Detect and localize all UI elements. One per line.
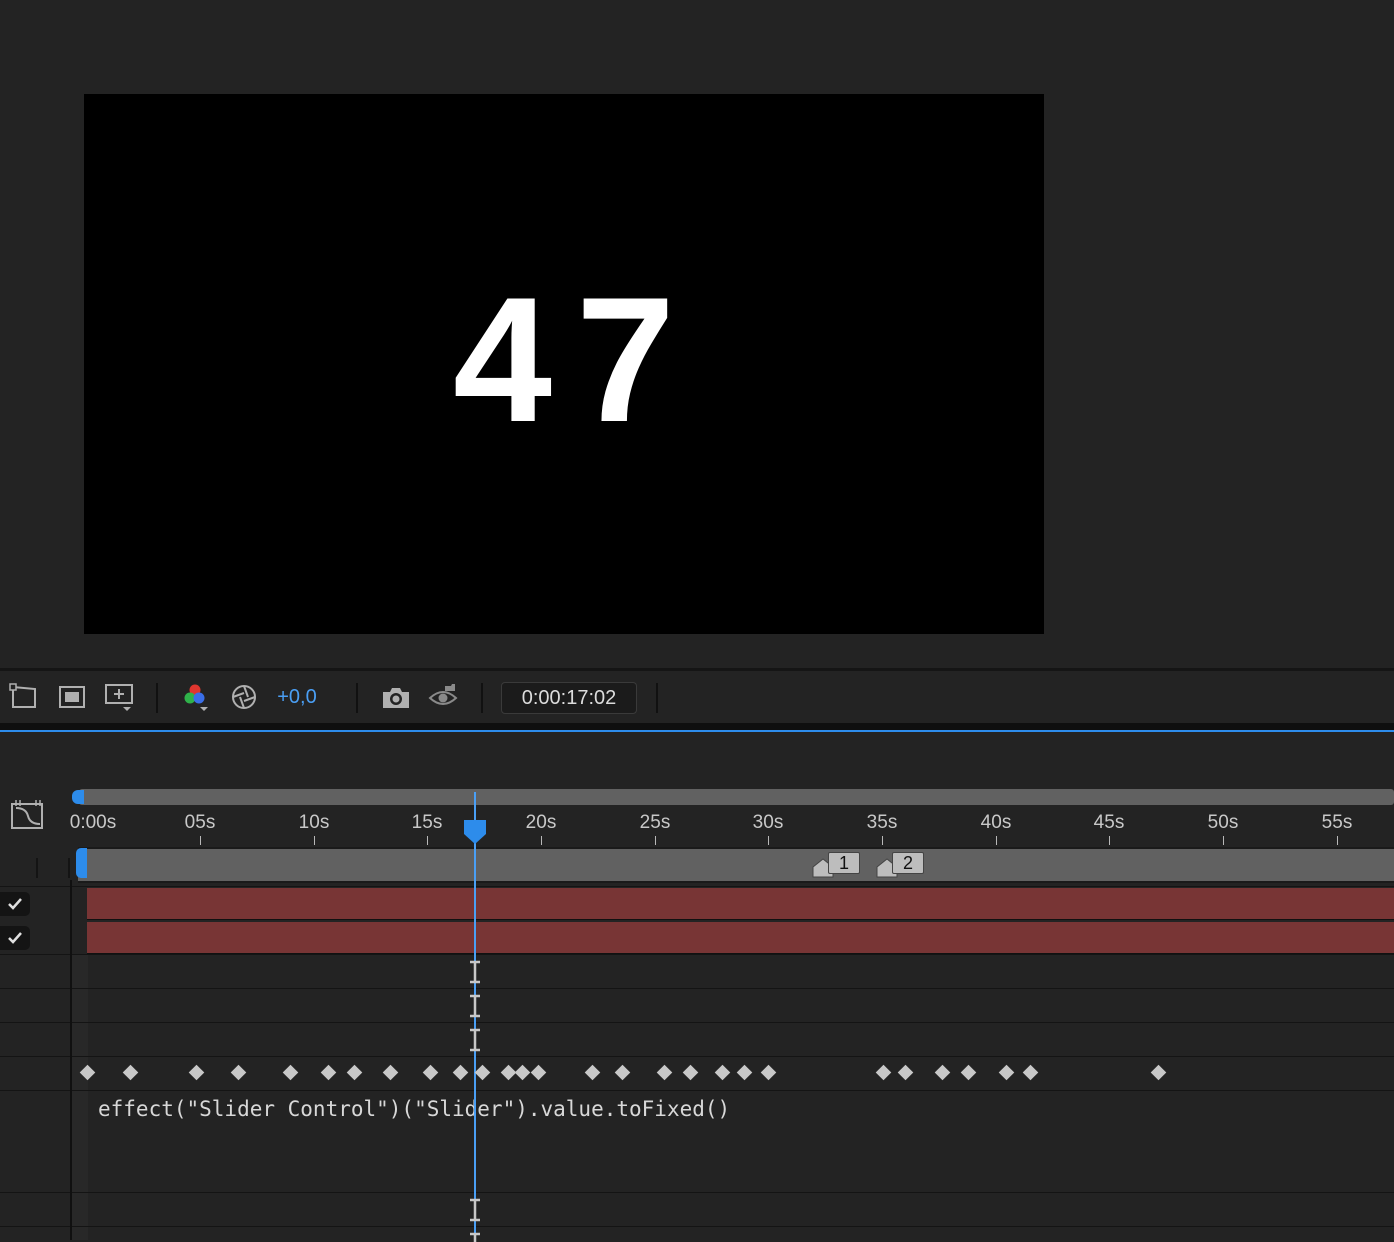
composition-frame[interactable]: 47 bbox=[84, 94, 1044, 634]
keyframe-diamond-icon[interactable] bbox=[188, 1064, 205, 1081]
timeline-left-gutter bbox=[72, 954, 88, 1240]
ruler-tick bbox=[314, 836, 315, 845]
ruler-label: 10s bbox=[298, 812, 330, 833]
graph-editor-icon[interactable] bbox=[10, 798, 46, 835]
expression-text[interactable]: effect("Slider Control")("Slider").value… bbox=[98, 1097, 730, 1121]
keyframe-diamond-icon[interactable] bbox=[382, 1064, 399, 1081]
snapshot-camera-icon[interactable] bbox=[380, 681, 412, 713]
keyframe-diamond-icon[interactable] bbox=[656, 1064, 673, 1081]
ruler-tick bbox=[768, 836, 769, 845]
ruler-tick bbox=[1109, 836, 1110, 845]
keyframe-diamond-icon[interactable] bbox=[282, 1064, 299, 1081]
ruler-label: 25s bbox=[639, 812, 671, 833]
toolbar-separator bbox=[356, 683, 358, 713]
work-area-start-handle[interactable] bbox=[76, 848, 87, 878]
column-divider bbox=[68, 858, 70, 878]
playhead-ibeam-icon bbox=[470, 1198, 480, 1222]
ruler-tick bbox=[996, 836, 997, 845]
row-divider bbox=[0, 954, 1394, 955]
comp-marker-2[interactable]: 2 bbox=[892, 852, 924, 874]
ruler-label: 45s bbox=[1093, 812, 1125, 833]
keyframe-diamond-icon[interactable] bbox=[1022, 1064, 1039, 1081]
row-divider bbox=[0, 988, 1394, 989]
viewer-toolbar: +0,0 0:00:17:02 bbox=[0, 671, 1394, 723]
row-divider bbox=[0, 1192, 1394, 1193]
guides-icon[interactable] bbox=[103, 681, 137, 713]
time-navigator-bar[interactable] bbox=[79, 789, 1394, 805]
show-snapshot-icon[interactable] bbox=[427, 681, 459, 713]
keyframe-diamond-icon[interactable] bbox=[736, 1064, 753, 1081]
keyframe-diamond-icon[interactable] bbox=[760, 1064, 777, 1081]
keyframe-diamond-icon[interactable] bbox=[875, 1064, 892, 1081]
exposure-value[interactable]: +0,0 bbox=[273, 681, 321, 713]
keyframe-diamond-icon[interactable] bbox=[230, 1064, 247, 1081]
keyframe-diamond-icon[interactable] bbox=[682, 1064, 699, 1081]
playhead-ibeam-icon bbox=[470, 960, 480, 984]
color-channels-icon[interactable] bbox=[180, 681, 212, 713]
ruler-tick bbox=[655, 836, 656, 845]
ruler-label: 35s bbox=[866, 812, 898, 833]
motion-blur-icon[interactable] bbox=[228, 681, 260, 713]
keyframe-diamond-icon[interactable] bbox=[452, 1064, 469, 1081]
toolbar-separator bbox=[156, 683, 158, 713]
ruler-label: 05s bbox=[184, 812, 216, 833]
composition-viewer: 47 bbox=[0, 0, 1394, 668]
current-time-display[interactable]: 0:00:17:02 bbox=[501, 682, 637, 714]
current-time-indicator-handle[interactable] bbox=[462, 818, 488, 846]
row-divider bbox=[0, 1090, 1394, 1091]
ruler-label: 0:00s bbox=[69, 812, 117, 833]
keyframe-diamond-icon[interactable] bbox=[960, 1064, 977, 1081]
keyframe-diamond-icon[interactable] bbox=[998, 1064, 1015, 1081]
ruler-label: 20s bbox=[525, 812, 557, 833]
layer-duration-bar[interactable] bbox=[87, 888, 1394, 920]
keyframe-diamond-icon[interactable] bbox=[714, 1064, 731, 1081]
keyframe-diamond-icon[interactable] bbox=[614, 1064, 631, 1081]
ruler-label: 40s bbox=[980, 812, 1012, 833]
panel-divider bbox=[0, 723, 1394, 730]
keyframe-diamond-icon[interactable] bbox=[122, 1064, 139, 1081]
layer-visibility-check-icon[interactable] bbox=[0, 926, 30, 950]
ruler-tick bbox=[882, 836, 883, 845]
keyframe-diamond-icon[interactable] bbox=[934, 1064, 951, 1081]
toolbar-separator bbox=[656, 683, 658, 713]
transparency-grid-icon[interactable] bbox=[56, 681, 88, 713]
playhead-ibeam-icon bbox=[470, 994, 480, 1018]
composition-text: 47 bbox=[453, 259, 699, 459]
toolbar-separator bbox=[481, 683, 483, 713]
keyframe-diamond-icon[interactable] bbox=[346, 1064, 363, 1081]
keyframe-diamond-icon[interactable] bbox=[422, 1064, 439, 1081]
keyframe-diamond-icon[interactable] bbox=[474, 1064, 491, 1081]
ruler-label: 15s bbox=[411, 812, 443, 833]
ruler-tick bbox=[541, 836, 542, 845]
layer-duration-bar[interactable] bbox=[87, 922, 1394, 954]
work-area-bar[interactable] bbox=[78, 847, 1394, 883]
time-navigator-start-handle[interactable] bbox=[72, 790, 84, 804]
ruler-tick bbox=[200, 836, 201, 845]
column-divider bbox=[70, 880, 72, 1240]
ruler-label: 30s bbox=[752, 812, 784, 833]
ruler-label: 55s bbox=[1321, 812, 1353, 833]
row-divider bbox=[0, 1056, 1394, 1057]
column-divider bbox=[36, 858, 38, 878]
keyframe-diamond-icon[interactable] bbox=[897, 1064, 914, 1081]
row-divider bbox=[0, 1226, 1394, 1227]
keyframe-diamond-icon[interactable] bbox=[320, 1064, 337, 1081]
playhead-ibeam-icon bbox=[470, 1232, 480, 1242]
ruler-tick bbox=[1223, 836, 1224, 845]
row-divider bbox=[0, 1022, 1394, 1023]
row-divider bbox=[0, 886, 1394, 887]
timeline-panel: 0:00s 05s 10s 15s 20s 25s 30s 35s 40s 45… bbox=[0, 732, 1394, 1242]
keyframe-diamond-icon[interactable] bbox=[584, 1064, 601, 1081]
keyframe-diamond-icon[interactable] bbox=[514, 1064, 531, 1081]
ruler-tick bbox=[1337, 836, 1338, 845]
comp-marker-1[interactable]: 1 bbox=[828, 852, 860, 874]
ruler-tick bbox=[427, 836, 428, 845]
keyframe-diamond-icon[interactable] bbox=[1150, 1064, 1167, 1081]
layer-visibility-check-icon[interactable] bbox=[0, 892, 30, 916]
ruler-label: 50s bbox=[1207, 812, 1239, 833]
region-of-interest-icon[interactable] bbox=[8, 681, 40, 713]
keyframe-diamond-icon[interactable] bbox=[530, 1064, 547, 1081]
playhead-ibeam-icon bbox=[470, 1028, 480, 1052]
